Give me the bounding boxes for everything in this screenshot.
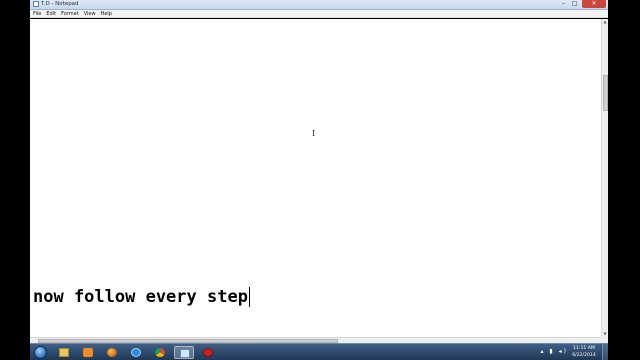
start-button[interactable] <box>34 346 47 359</box>
media-player-icon[interactable] <box>78 346 98 359</box>
menu-help[interactable]: Help <box>101 10 112 18</box>
system-tray-icons[interactable]: ▴ ▮ ◂) <box>541 348 568 355</box>
ibeam-cursor-icon: I <box>312 129 316 138</box>
record-icon[interactable] <box>198 346 218 359</box>
notepad-icon[interactable] <box>174 346 194 359</box>
menu-file[interactable]: File <box>33 10 41 18</box>
explorer-icon[interactable] <box>54 346 74 359</box>
vertical-scrollbar[interactable]: ▲ ▼ <box>601 19 608 337</box>
firefox-icon[interactable] <box>102 346 122 359</box>
show-desktop-button[interactable] <box>602 344 608 360</box>
clock-date: 6/22/2014 <box>572 353 596 358</box>
maximize-button[interactable]: □ <box>569 0 580 8</box>
chrome-icon[interactable] <box>150 346 170 359</box>
vertical-scroll-thumb[interactable] <box>603 75 608 111</box>
taskbar: ▴ ▮ ◂) 11:11 AM 6/22/2014 <box>30 343 608 360</box>
clock-time: 11:11 AM <box>573 346 595 351</box>
notepad-app-icon <box>33 1 39 7</box>
menu-bar: File Edit Format View Help <box>30 10 608 18</box>
scroll-up-icon[interactable]: ▲ <box>602 19 608 25</box>
text-caret <box>248 287 250 307</box>
window-title: T.D - Notepad <box>41 1 79 7</box>
menu-view[interactable]: View <box>84 10 96 18</box>
internet-explorer-icon[interactable] <box>126 346 146 359</box>
close-button[interactable]: ✕ <box>582 0 606 8</box>
document-text-content: now follow every step <box>33 287 248 307</box>
notepad-window: T.D - Notepad – □ ✕ File Edit Format Vie… <box>30 0 608 360</box>
menu-format[interactable]: Format <box>61 10 79 18</box>
document-text: now follow every step <box>33 287 250 307</box>
minimize-button[interactable]: – <box>558 0 569 8</box>
text-editor-area[interactable]: I now follow every step <box>30 19 601 337</box>
taskbar-clock[interactable]: 11:11 AM 6/22/2014 <box>568 345 600 359</box>
menu-edit[interactable]: Edit <box>46 10 56 18</box>
title-bar[interactable]: T.D - Notepad – □ ✕ <box>30 0 608 10</box>
